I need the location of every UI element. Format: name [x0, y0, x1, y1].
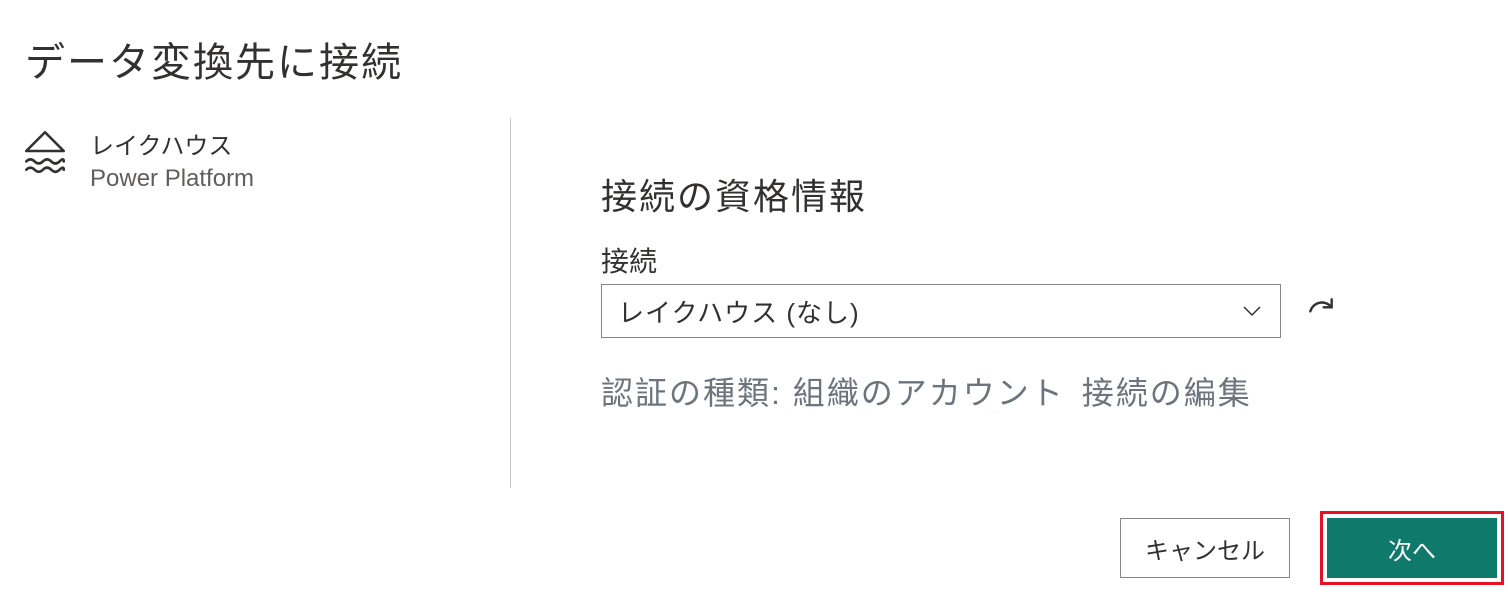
lakehouse-icon — [20, 126, 70, 176]
content-area: レイクハウス Power Platform 接続の資格情報 接続 レイクハウス … — [0, 118, 1508, 488]
connection-field-label: 接続 — [601, 240, 1468, 280]
left-panel: レイクハウス Power Platform — [0, 118, 510, 488]
highlight-annotation: 次へ — [1320, 511, 1504, 585]
auth-type-value: 組織のアカウント — [793, 375, 1065, 411]
next-button[interactable]: 次へ — [1327, 518, 1497, 578]
source-name: レイクハウス — [90, 126, 254, 161]
chevron-down-icon — [1240, 299, 1264, 323]
source-platform: Power Platform — [90, 165, 254, 193]
page-title: データ変換先に接続 — [0, 0, 1508, 88]
credentials-section-title: 接続の資格情報 — [601, 168, 1468, 220]
data-source-item: レイクハウス Power Platform — [20, 126, 510, 193]
connection-dropdown-value: レイクハウス (なし) — [618, 293, 860, 330]
source-text-group: レイクハウス Power Platform — [90, 126, 254, 193]
edit-connection-link[interactable]: 接続の編集 — [1082, 375, 1252, 411]
refresh-icon — [1305, 294, 1337, 329]
refresh-button[interactable] — [1301, 291, 1341, 331]
auth-info-line: 認証の種類: 組織のアカウント 接続の編集 — [601, 368, 1468, 414]
auth-type-label: 認証の種類: — [601, 375, 782, 411]
footer-buttons: キャンセル 次へ — [1120, 511, 1508, 585]
connection-dropdown[interactable]: レイクハウス (なし) — [601, 284, 1281, 338]
connection-field-row: レイクハウス (なし) — [601, 284, 1468, 338]
right-panel: 接続の資格情報 接続 レイクハウス (なし) — [511, 118, 1508, 488]
cancel-button[interactable]: キャンセル — [1120, 518, 1290, 578]
